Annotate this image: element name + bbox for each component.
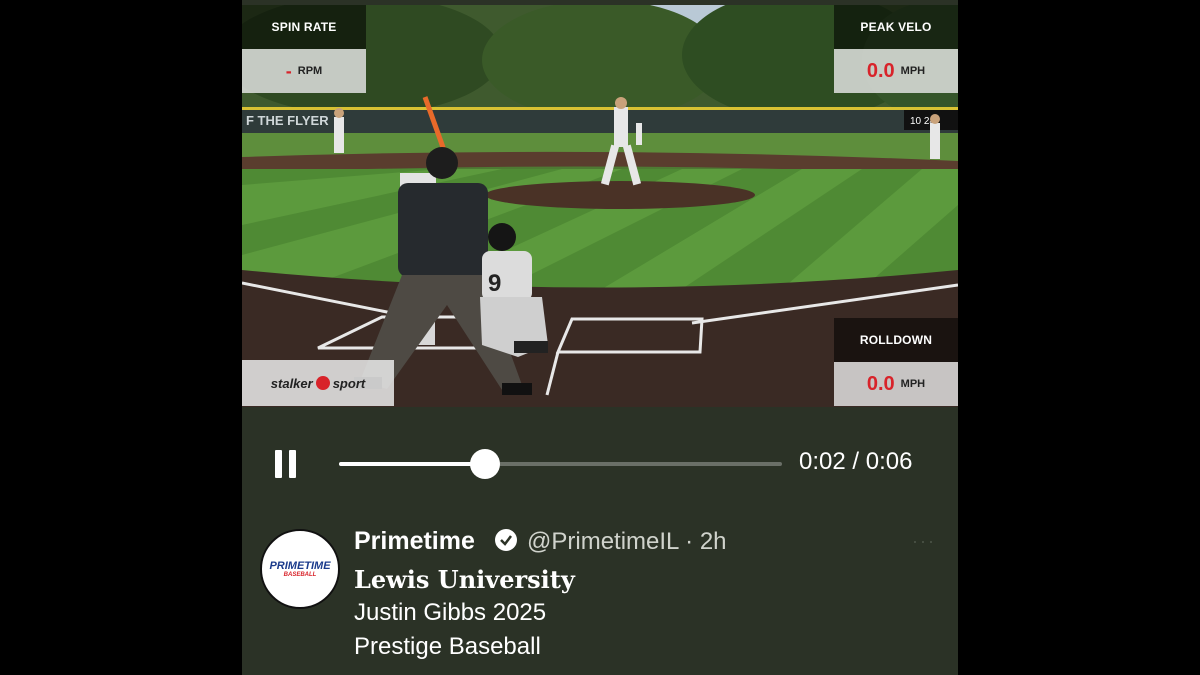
video-frame[interactable]: F THE FLYER 10 24 9 SPIN RATE - RPM PEAK… [242, 5, 958, 407]
spin-rate-value-box: - RPM [242, 49, 366, 93]
spin-rate-title: SPIN RATE [271, 20, 337, 34]
peak-velo-unit: MPH [900, 65, 926, 77]
stalker-logo-right: sport [332, 375, 366, 391]
rolldown-value: 0.0 [866, 372, 895, 395]
peak-velo-value-box: 0.0 MPH [834, 49, 958, 93]
rolldown-unit: MPH [900, 378, 926, 390]
time-display: 0:02 / 0:06 [799, 448, 913, 475]
pause-icon-bar [289, 450, 296, 478]
rolldown-title: ROLLDOWN [859, 333, 933, 347]
progress-track[interactable] [339, 449, 782, 479]
wall-banner: F THE FLYER [246, 113, 329, 128]
rolldown-title-box: ROLLDOWN [834, 318, 958, 362]
more-options-icon[interactable]: ··· [912, 531, 936, 552]
handle-and-time[interactable]: @PrimetimeIL · 2h [527, 528, 727, 556]
stalker-logo-left: stalker [270, 375, 313, 391]
spin-rate-value: - [285, 60, 292, 81]
progress-fill [339, 462, 486, 466]
pause-icon [275, 450, 282, 478]
tweet-line-1: Lewis University [354, 565, 575, 594]
verified-badge-icon [495, 529, 517, 551]
rolldown-value-box: 0.0 MPH [834, 362, 958, 406]
catcher-number: 9 [488, 270, 501, 297]
tweet: PRIMETIME BASEBALL Primetime @PrimetimeI… [242, 515, 958, 675]
pause-button[interactable] [275, 450, 297, 478]
avatar-sub: BASEBALL [283, 571, 317, 578]
tweet-media-panel: F THE FLYER 10 24 9 SPIN RATE - RPM PEAK… [242, 0, 958, 675]
stalker-radar-icon [315, 376, 330, 390]
tweet-line-3: Prestige Baseball [354, 633, 541, 660]
spin-rate-unit: RPM [297, 65, 323, 77]
avatar-brand: PRIMETIME [269, 559, 331, 572]
stalker-sport-logo: stalker sport [242, 360, 394, 406]
tweet-line-2: Justin Gibbs 2025 [354, 599, 547, 626]
peak-velo-value: 0.0 [866, 59, 895, 82]
video-controls: 0:02 / 0:06 [242, 410, 958, 510]
spin-rate-title-box: SPIN RATE [242, 5, 366, 49]
peak-velo-title: PEAK VELO [860, 20, 932, 34]
peak-velo-title-box: PEAK VELO [834, 5, 958, 49]
avatar[interactable]: PRIMETIME BASEBALL [260, 529, 340, 609]
display-name[interactable]: Primetime [354, 527, 475, 556]
progress-scrubber[interactable] [470, 449, 501, 479]
